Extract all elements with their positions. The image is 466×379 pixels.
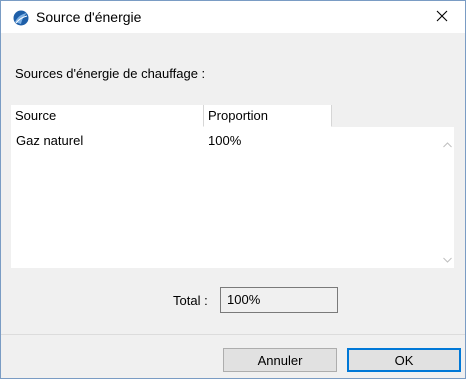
cell-source: Gaz naturel bbox=[16, 133, 84, 148]
header-filler bbox=[332, 105, 454, 127]
heating-sources-label: Sources d'énergie de chauffage : bbox=[15, 66, 206, 81]
title-bar[interactable]: Source d'énergie bbox=[1, 1, 465, 33]
vertical-scrollbar[interactable] bbox=[441, 127, 454, 268]
cancel-button[interactable]: Annuler bbox=[223, 348, 337, 372]
dialog-window: Source d'énergie Sources d'énergie de ch… bbox=[0, 0, 466, 379]
total-value-field: 100% bbox=[220, 287, 338, 313]
chevron-down-icon bbox=[443, 251, 452, 266]
table-header: Source Proportion bbox=[11, 105, 454, 127]
total-label: Total : bbox=[173, 293, 208, 308]
cell-proportion[interactable]: 100% bbox=[208, 133, 241, 148]
energy-source-table: Source Proportion Gaz naturel 100% bbox=[11, 105, 454, 268]
table-row[interactable]: Gaz naturel 100% bbox=[11, 133, 441, 151]
app-icon bbox=[13, 10, 29, 26]
column-header-source[interactable]: Source bbox=[11, 105, 204, 127]
column-header-proportion[interactable]: Proportion bbox=[204, 105, 332, 127]
close-icon bbox=[436, 10, 448, 25]
window-title: Source d'énergie bbox=[36, 9, 142, 25]
scroll-up-button[interactable] bbox=[441, 137, 454, 149]
scroll-down-button[interactable] bbox=[441, 252, 454, 264]
footer-divider bbox=[1, 334, 465, 335]
ok-button[interactable]: OK bbox=[347, 348, 461, 372]
chevron-up-icon bbox=[443, 136, 452, 151]
close-button[interactable] bbox=[419, 1, 465, 33]
